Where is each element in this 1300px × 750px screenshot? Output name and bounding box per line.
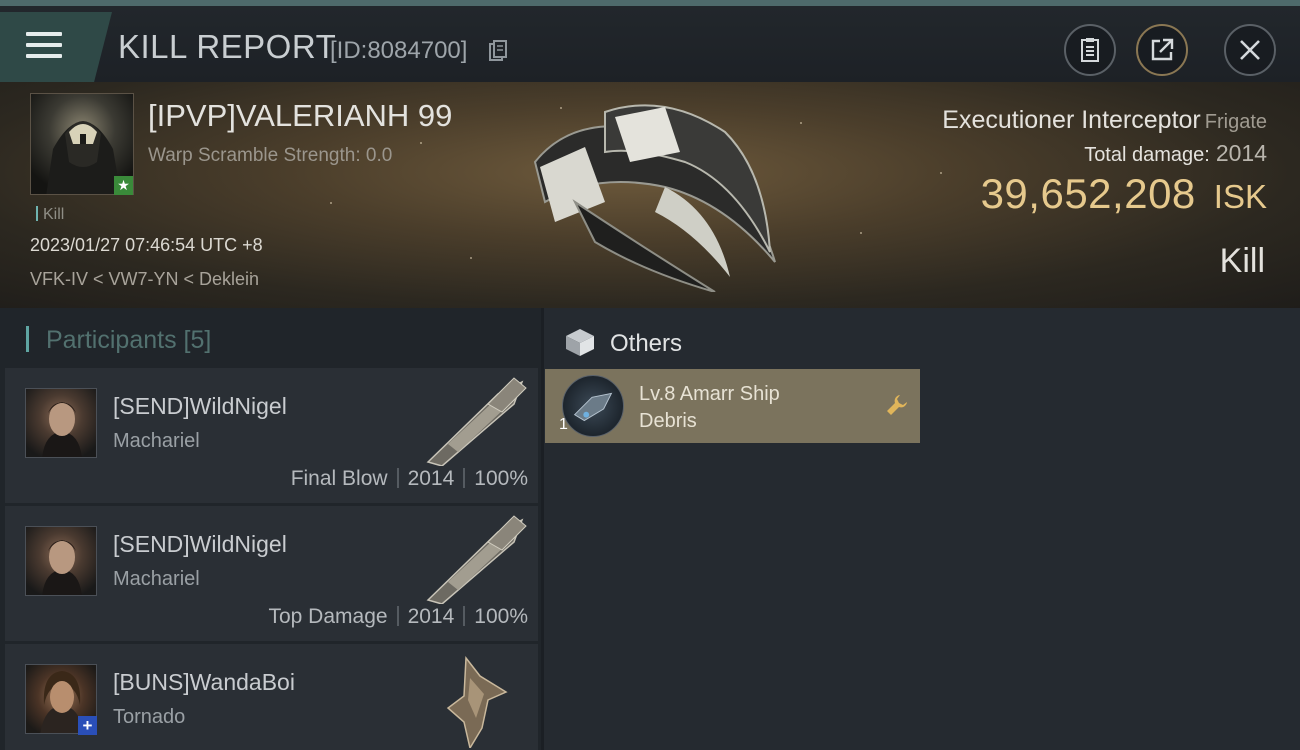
header-bar: KILL REPORT [ID:8084700] (0, 6, 1300, 82)
close-button[interactable] (1224, 24, 1276, 76)
participants-heading: Participants [5] (26, 326, 211, 355)
participants-label: Participants (45, 326, 177, 354)
isk-unit: ISK (1213, 178, 1267, 215)
victim-name[interactable]: [IPVP]VALERIANH 99 (148, 98, 452, 134)
ship-class: Frigate (1204, 111, 1267, 133)
participant-row[interactable]: + [BUNS]WandaBoi Tornado (5, 644, 538, 750)
participant-row[interactable]: [SEND]WildNigel Machariel Final Blow 2014… (5, 368, 538, 503)
copy-icon[interactable] (489, 40, 507, 62)
participants-panel: Participants [5] [SEND]WildNigel Machari… (0, 308, 541, 750)
share-icon (1151, 38, 1174, 61)
ship-name-text: Executioner Interceptor (942, 106, 1201, 134)
participant-percent: 100% (474, 467, 528, 490)
item-quantity: 1 (559, 416, 568, 433)
isk-number: 39,652,208 (980, 170, 1196, 217)
total-damage-value: 2014 (1215, 140, 1267, 166)
others-panel: Others 1 Lv.8 Amarr Ship Debris (544, 308, 1300, 750)
participant-role: Top Damage (268, 605, 388, 628)
participant-ship: Machariel (113, 430, 200, 452)
ship-debris-icon (562, 375, 624, 437)
participant-name[interactable]: [SEND]WildNigel (113, 393, 287, 420)
report-id: [ID:8084700] (330, 37, 468, 64)
machariel-ship-image (426, 515, 527, 604)
item-name-line1: Lv.8 Amarr Ship (639, 383, 780, 405)
kill-location: VFK-IV < VW7-YN < Deklein (30, 269, 260, 289)
clipboard-icon (1081, 38, 1099, 62)
others-heading: Others (564, 327, 682, 358)
victim-ship-image (533, 104, 776, 292)
avatar-face (42, 402, 82, 457)
participant-damage: 2014 (407, 605, 455, 628)
star-badge-icon: ★ (114, 176, 133, 195)
page-title: KILL REPORT (118, 28, 337, 65)
participant-stats: Final Blow 2014 100% (291, 467, 528, 491)
kill-result: Kill (1219, 242, 1265, 280)
participant-stats: Top Damage 2014 100% (268, 605, 528, 629)
close-icon (1240, 40, 1260, 60)
tornado-ship-image (446, 655, 508, 748)
dropped-item[interactable]: 1 Lv.8 Amarr Ship Debris (545, 369, 920, 443)
machariel-ship-image (426, 377, 527, 466)
warp-scramble-strength: Warp Scramble Strength: 0.0 (148, 145, 393, 166)
participants-count: [5] (183, 326, 212, 354)
victim-ship-name[interactable]: Executioner Interceptor Frigate (942, 106, 1267, 135)
participant-ship: Machariel (113, 568, 200, 590)
cube-icon (566, 329, 594, 356)
avatar-face (42, 540, 82, 595)
participant-name[interactable]: [SEND]WildNigel (113, 531, 287, 558)
share-button[interactable] (1136, 24, 1188, 76)
participant-ship: Tornado (113, 706, 186, 728)
participant-role: Final Blow (290, 467, 388, 490)
menu-button[interactable] (0, 12, 112, 82)
participant-percent: 100% (474, 605, 528, 628)
participant-avatar[interactable] (25, 526, 97, 596)
participant-avatar[interactable] (25, 388, 97, 458)
clipboard-button[interactable] (1064, 24, 1116, 76)
total-damage: Total damage: 2014 (1084, 140, 1267, 167)
participant-row[interactable]: [SEND]WildNigel Machariel Top Damage 2014… (5, 506, 538, 641)
kill-tag: Kill (36, 206, 64, 224)
isk-value: 39,652,208 ISK (981, 170, 1267, 218)
wrench-icon[interactable] (885, 393, 909, 417)
others-label: Others (610, 330, 683, 357)
kill-timestamp: 2023/01/27 07:46:54 UTC +8 (30, 235, 263, 255)
item-name-line2: Debris (639, 410, 697, 432)
item-name: Lv.8 Amarr Ship Debris (639, 381, 839, 435)
menu-icon (26, 32, 62, 60)
plus-badge-icon: + (78, 716, 97, 735)
participant-name[interactable]: [BUNS]WandaBoi (113, 669, 295, 696)
total-damage-label: Total damage: (1084, 144, 1210, 166)
kill-banner: ★ [IPVP]VALERIANH 99 Warp Scramble Stren… (0, 82, 1300, 308)
participant-damage: 2014 (407, 467, 455, 490)
